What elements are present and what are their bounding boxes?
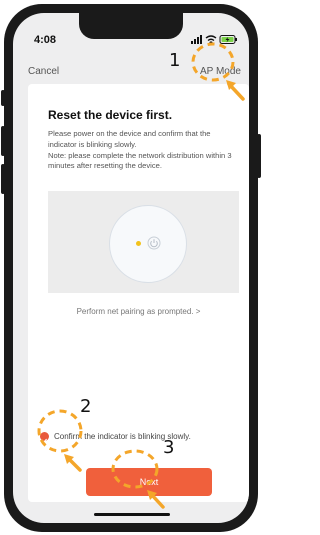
step-number-2: 2	[80, 396, 92, 417]
status-icons	[191, 35, 237, 45]
confirm-checkbox[interactable]	[40, 431, 49, 443]
device-illustration	[48, 191, 239, 293]
phone-frame: 4:08 Cancel AP Mode Reset the device fir…	[1, 4, 261, 532]
device-image	[109, 205, 187, 283]
step-number-3: 3	[163, 437, 175, 458]
ap-mode-button[interactable]: AP Mode	[200, 66, 241, 77]
cancel-button[interactable]: Cancel	[28, 66, 59, 77]
reset-card: Reset the device first. Please power on …	[28, 84, 249, 502]
wifi-icon	[205, 35, 217, 45]
step-number-1: 1	[169, 50, 181, 71]
card-title: Reset the device first.	[48, 108, 173, 122]
home-indicator	[94, 513, 170, 516]
status-time: 4:08	[34, 34, 57, 46]
net-pairing-link[interactable]: Perform net pairing as prompted. >	[28, 307, 249, 316]
battery-icon	[219, 35, 237, 44]
power-icon	[147, 236, 161, 250]
card-description: Please power on the device and confirm t…	[48, 129, 232, 171]
next-button[interactable]: Next	[86, 468, 212, 496]
signal-icon	[191, 35, 202, 44]
indicator-led	[136, 241, 141, 246]
notch	[79, 13, 183, 39]
phone-screen: 4:08 Cancel AP Mode Reset the device fir…	[13, 13, 249, 523]
check-icon	[42, 438, 47, 443]
